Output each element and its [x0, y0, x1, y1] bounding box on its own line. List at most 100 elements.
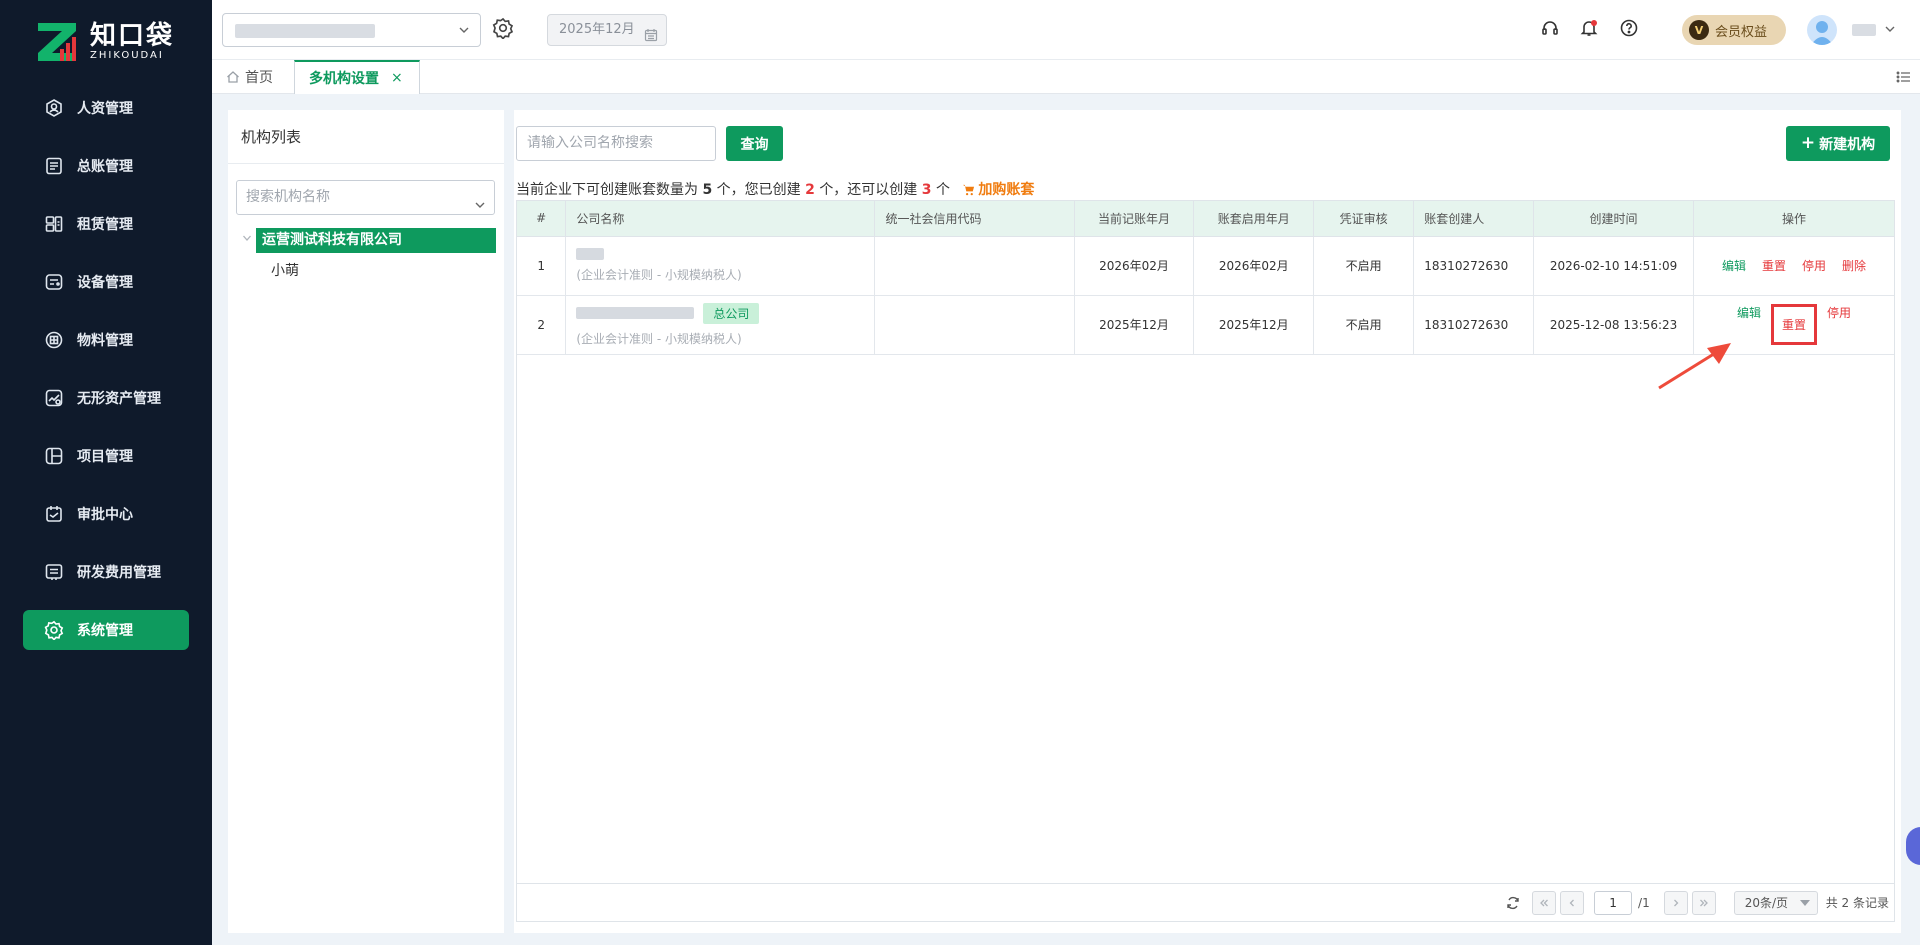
- edit-button[interactable]: 编辑: [1722, 257, 1746, 274]
- sidebar-item-label: 审批中心: [77, 507, 133, 523]
- sidebar-item-lease[interactable]: 租赁管理: [23, 204, 189, 244]
- sidebar-item-material[interactable]: 物料管理: [23, 320, 189, 360]
- support-button[interactable]: [1539, 19, 1561, 41]
- sidebar-item-approval[interactable]: 审批中心: [23, 494, 189, 534]
- next-page-button[interactable]: [1663, 890, 1688, 915]
- first-page-button[interactable]: [1532, 890, 1557, 915]
- sidebar-item-device[interactable]: 设备管理: [23, 262, 189, 302]
- start-period-cell: 2026年02月: [1193, 236, 1315, 296]
- sidebar-item-label: 设备管理: [77, 275, 133, 291]
- table-header-row: # 公司名称 统一社会信用代码 当前记账年月 账套启用年月 凭证审核 账套创建人…: [517, 201, 1894, 237]
- company-select[interactable]: [222, 13, 481, 47]
- tab-multi-org-settings[interactable]: 多机构设置 ×: [294, 60, 420, 94]
- new-org-label: 新建机构: [1819, 136, 1876, 153]
- prev-page-button[interactable]: [1560, 890, 1585, 915]
- current-period-cell: 2025年12月: [1074, 295, 1195, 355]
- tree-node-root[interactable]: 运营测试科技有限公司: [256, 228, 496, 253]
- quota-remaining: 3: [921, 182, 932, 198]
- vip-badge-icon: V: [1689, 20, 1709, 40]
- sidebar-item-rd-expense[interactable]: 研发费用管理: [23, 552, 189, 592]
- member-benefits-label: 会员权益: [1715, 24, 1768, 40]
- close-icon[interactable]: ×: [391, 70, 403, 86]
- sidebar-item-label: 项目管理: [77, 449, 133, 465]
- col-header: 公司名称: [565, 201, 876, 237]
- delete-button[interactable]: 删除: [1842, 257, 1866, 274]
- org-table: # 公司名称 统一社会信用代码 当前记账年月 账套启用年月 凭证审核 账套创建人…: [516, 200, 1895, 884]
- headset-icon: [1541, 19, 1559, 41]
- sidebar-item-system[interactable]: 系统管理: [23, 610, 189, 650]
- sidebar-item-hr[interactable]: 人资管理: [23, 88, 189, 128]
- ledger-icon: [43, 155, 65, 177]
- new-org-button[interactable]: + 新建机构: [1786, 126, 1890, 161]
- company-name-redacted: [235, 24, 375, 38]
- col-header: 账套启用年月: [1193, 201, 1315, 237]
- search-placeholder: 请输入公司名称搜索: [527, 135, 653, 151]
- disable-button[interactable]: 停用: [1802, 257, 1826, 274]
- avatar[interactable]: [1807, 15, 1837, 45]
- page-size-select[interactable]: 20条/页: [1733, 890, 1818, 915]
- rd-expense-icon: [43, 561, 65, 583]
- page-size-value: 20条/页: [1744, 895, 1789, 910]
- company-search-input[interactable]: 请输入公司名称搜索: [516, 126, 716, 161]
- top-header: 2025年12月 V 会员权益: [212, 0, 1920, 60]
- tab-label: 多机构设置: [309, 71, 379, 87]
- disable-button[interactable]: 停用: [1827, 304, 1851, 345]
- user-name-redacted[interactable]: [1852, 24, 1876, 36]
- sidebar: 知口袋 ZHIKOUDAI 人资管理 总账管理 租赁管理 设备管理 物料管理 无…: [0, 0, 212, 945]
- tab-home[interactable]: 首页: [212, 60, 287, 94]
- created-at-cell: 2026-02-10 14:51:09: [1533, 236, 1695, 296]
- org-search-placeholder: 搜索机构名称: [246, 189, 330, 205]
- quota-text: 个: [935, 182, 950, 198]
- credit-code-cell: [874, 236, 1075, 296]
- col-header: 统一社会信用代码: [874, 201, 1075, 237]
- sidebar-item-label: 无形资产管理: [77, 391, 161, 407]
- company-standard: (企业会计准则 - 小规模纳税人): [576, 331, 742, 346]
- device-icon: [43, 271, 65, 293]
- buy-accounts-link[interactable]: 加购账套: [962, 182, 1034, 198]
- table-row: 1 (企业会计准则 - 小规模纳税人) 2026年02月 2026年02月 不启…: [517, 236, 1894, 296]
- annotation-arrow-icon: [1658, 343, 1731, 390]
- menu-list-icon[interactable]: [1896, 69, 1912, 89]
- sidebar-item-label: 总账管理: [77, 159, 133, 175]
- cart-icon: [962, 183, 975, 200]
- sidebar-item-label: 物料管理: [77, 333, 133, 349]
- app-logo[interactable]: 知口袋 ZHIKOUDAI: [36, 20, 174, 64]
- chat-bubble-icon[interactable]: [1906, 827, 1920, 865]
- notification-button[interactable]: [1578, 19, 1600, 41]
- pagination: 1 /1 20条/页 共 2 条记录: [516, 884, 1895, 922]
- notification-dot: [1591, 20, 1597, 26]
- refresh-icon[interactable]: [1506, 896, 1520, 910]
- tree-node-child[interactable]: 小萌: [271, 260, 299, 282]
- chevron-down-icon[interactable]: [1884, 23, 1896, 39]
- settings-button[interactable]: [490, 17, 516, 43]
- last-page-button[interactable]: [1691, 890, 1716, 915]
- help-icon: [1620, 19, 1638, 41]
- query-button[interactable]: 查询: [726, 126, 783, 161]
- org-search-select[interactable]: 搜索机构名称: [236, 180, 495, 215]
- quota-text: 个，还可以创建: [819, 182, 918, 198]
- total-records: 共 2 条记录: [1825, 896, 1889, 910]
- tree-expand-icon[interactable]: [242, 233, 252, 246]
- member-benefits-button[interactable]: V 会员权益: [1682, 15, 1786, 45]
- logo-subtitle: ZHIKOUDAI: [90, 50, 164, 61]
- reset-button-highlighted[interactable]: 重置: [1771, 304, 1818, 345]
- help-button[interactable]: [1618, 19, 1640, 41]
- ops-cell: 编辑 重置 停用 删除: [1693, 236, 1894, 296]
- period-picker[interactable]: 2025年12月: [547, 14, 667, 46]
- org-list-panel: 机构列表 搜索机构名称 运营测试科技有限公司 小萌: [228, 110, 504, 933]
- sidebar-item-project[interactable]: 项目管理: [23, 436, 189, 476]
- tab-label: 首页: [245, 70, 273, 86]
- caret-down-icon: [1799, 899, 1810, 906]
- page-number-input[interactable]: 1: [1594, 890, 1633, 915]
- col-header: 创建时间: [1533, 201, 1695, 237]
- sidebar-item-ledger[interactable]: 总账管理: [23, 146, 189, 186]
- approval-icon: [43, 503, 65, 525]
- sidebar-item-label: 系统管理: [77, 623, 133, 639]
- hq-tag: 总公司: [703, 302, 760, 324]
- sidebar-item-intangible[interactable]: 无形资产管理: [23, 378, 189, 418]
- calendar-icon: [644, 24, 658, 54]
- company-cell: (企业会计准则 - 小规模纳税人): [565, 236, 876, 296]
- total-pages: /1: [1638, 895, 1650, 910]
- edit-button[interactable]: 编辑: [1737, 304, 1761, 345]
- reset-button[interactable]: 重置: [1762, 257, 1786, 274]
